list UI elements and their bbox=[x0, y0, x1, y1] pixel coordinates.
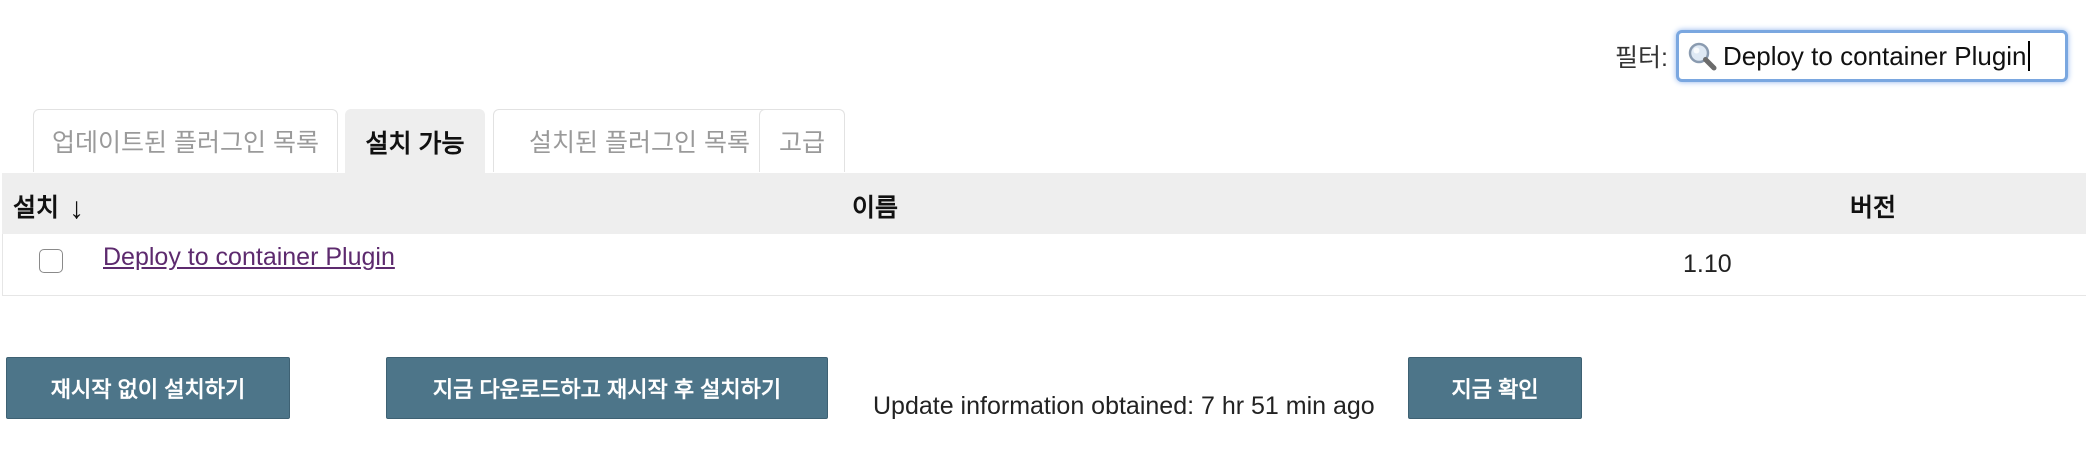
version-column-label: 버전 bbox=[1850, 194, 1897, 222]
plugin-version: 1.10 bbox=[1683, 250, 1732, 278]
tab-label: 고급 bbox=[778, 129, 825, 157]
tab-label: 설치 가능 bbox=[365, 129, 465, 158]
table-header: 설치 ↓ 이름 버전 bbox=[2, 173, 2086, 234]
tab-label: 업데이트된 플러그인 목록 bbox=[52, 129, 319, 157]
name-column-header[interactable]: 이름 bbox=[852, 188, 898, 224]
table-row: Deploy to container Plugin 1.10 bbox=[2, 234, 2086, 296]
install-checkbox[interactable] bbox=[39, 249, 63, 273]
install-without-restart-button[interactable]: 재시작 없이 설치하기 bbox=[6, 357, 290, 419]
sort-down-icon: ↓ bbox=[69, 192, 85, 225]
filter-input[interactable]: Deploy to container Plugin bbox=[1676, 30, 2068, 82]
tab-updates[interactable]: 업데이트된 플러그인 목록 bbox=[33, 109, 338, 172]
install-column-header[interactable]: 설치 ↓ bbox=[13, 188, 85, 225]
button-label: 재시작 없이 설치하기 bbox=[50, 377, 246, 402]
tab-installed[interactable]: 설치된 플러그인 목록 bbox=[493, 109, 786, 172]
name-column-label: 이름 bbox=[852, 194, 899, 222]
plugin-manager-page: 필터: Deploy to container Plugin 업데이트된 플러그… bbox=[0, 0, 2086, 472]
filter-value: Deploy to container Plugin bbox=[1723, 40, 2027, 71]
filter-label: 필터: bbox=[1615, 44, 1668, 72]
tab-label: 설치된 플러그인 목록 bbox=[529, 129, 750, 157]
install-column-label: 설치 bbox=[13, 194, 60, 222]
check-now-button[interactable]: 지금 확인 bbox=[1408, 357, 1582, 419]
version-column-header[interactable]: 버전 bbox=[1850, 188, 1896, 224]
button-label: 지금 확인 bbox=[1451, 377, 1539, 402]
tab-advanced[interactable]: 고급 bbox=[759, 109, 845, 172]
search-icon bbox=[1688, 42, 1717, 71]
plugin-name-link[interactable]: Deploy to container Plugin bbox=[103, 243, 395, 272]
button-label: 지금 다운로드하고 재시작 후 설치하기 bbox=[432, 377, 782, 402]
text-caret bbox=[2027, 41, 2030, 71]
tab-available[interactable]: 설치 가능 bbox=[345, 109, 485, 173]
update-info-text: Update information obtained: 7 hr 51 min… bbox=[873, 392, 1375, 420]
download-install-after-restart-button[interactable]: 지금 다운로드하고 재시작 후 설치하기 bbox=[386, 357, 828, 419]
